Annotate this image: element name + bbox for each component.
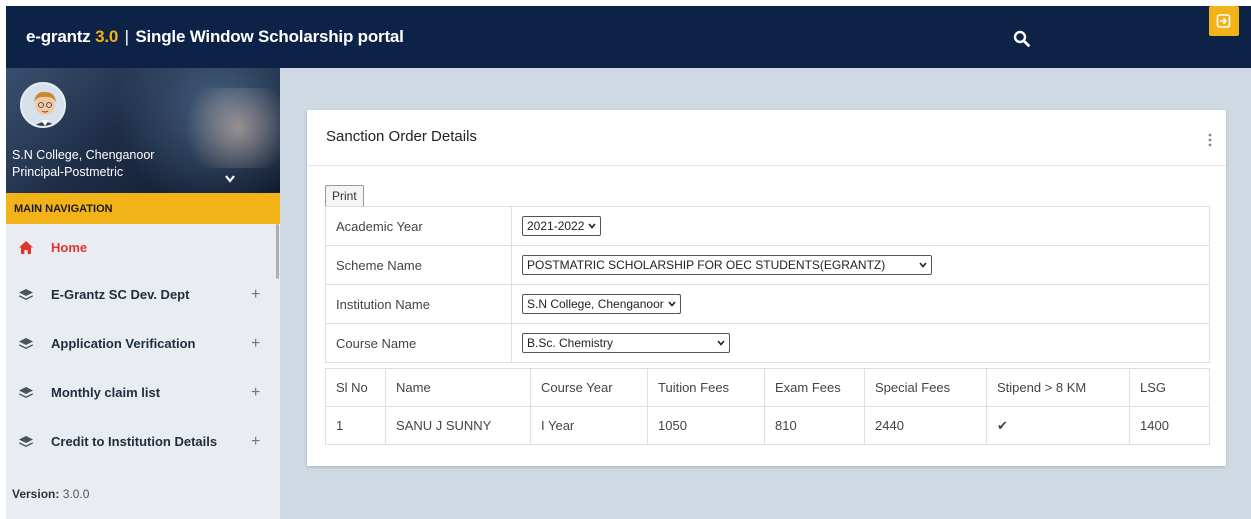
avatar[interactable] <box>20 82 66 128</box>
select-value: POSTMATRIC SCHOLARSHIP FOR OEC STUDENTS(… <box>527 258 886 272</box>
filter-label: Scheme Name <box>325 245 512 285</box>
sidebar-item-label: Credit to Institution Details <box>51 434 218 449</box>
version-value: 3.0.0 <box>62 487 90 501</box>
sidebar-item-label: E-Grantz SC Dev. Dept <box>51 287 190 302</box>
scheme-name-select[interactable]: POSTMATRIC SCHOLARSHIP FOR OEC STUDENTS(… <box>522 255 933 275</box>
table-cell: I Year <box>530 406 648 445</box>
chevron-down-icon <box>919 262 927 268</box>
column-header: Tuition Fees <box>647 368 765 407</box>
home-icon <box>18 239 34 255</box>
institution-name-select[interactable]: S.N College, Chenganoor <box>522 294 681 314</box>
select-value: 2021-2022 <box>527 219 585 233</box>
top-bar: e-grantz 3.0 | Single Window Scholarship… <box>6 6 1251 68</box>
sidebar: S.N College, Chenganoor Principal-Postme… <box>6 68 280 519</box>
brand-tagline: Single Window Scholarship portal <box>135 27 404 46</box>
select-value: B.Sc. Chemistry <box>527 336 614 350</box>
course-name-select[interactable]: B.Sc. Chemistry <box>522 333 731 353</box>
more-vertical-icon[interactable] <box>1208 132 1212 148</box>
chevron-down-icon <box>588 223 596 229</box>
main-content: Sanction Order Details Print Academic Ye… <box>280 68 1251 519</box>
select-value: S.N College, Chenganoor <box>527 297 664 311</box>
table-cell: 810 <box>764 406 865 445</box>
card-title: Sanction Order Details <box>326 128 477 145</box>
sidebar-item-label: Monthly claim list <box>51 385 161 400</box>
filter-cell: POSTMATRIC SCHOLARSHIP FOR OEC STUDENTS(… <box>511 245 1210 285</box>
sidebar-item-label: Application Verification <box>51 336 196 351</box>
profile-panel: S.N College, Chenganoor Principal-Postme… <box>6 68 280 193</box>
sidebar-item-application-verification[interactable]: Application Verification + <box>6 319 280 368</box>
table-header-row: Sl No Name Course Year Tuition Fees Exam… <box>325 368 1210 407</box>
table-cell: 1050 <box>647 406 765 445</box>
filter-row: Institution Name S.N College, Chenganoor <box>325 284 1210 324</box>
sidebar-item-monthly-claim-list[interactable]: Monthly claim list + <box>6 368 280 417</box>
sidebar-scrollbar[interactable] <box>276 224 279 279</box>
expand-icon[interactable]: + <box>251 384 260 402</box>
filter-cell: 2021-2022 <box>511 206 1210 246</box>
layers-icon <box>18 336 34 352</box>
table-cell: 2440 <box>864 406 987 445</box>
filter-cell: B.Sc. Chemistry <box>511 323 1210 363</box>
brand-version: 3.0 <box>95 27 119 46</box>
search-icon[interactable] <box>1013 30 1031 48</box>
profile-name: S.N College, Chenganoor <box>12 148 155 162</box>
column-header: Stipend > 8 KM <box>986 368 1130 407</box>
sanction-order-card: Sanction Order Details Print Academic Ye… <box>307 110 1226 466</box>
chevron-down-icon <box>668 301 676 307</box>
sidebar-item-label: Home <box>51 239 88 255</box>
filter-cell: S.N College, Chenganoor <box>511 284 1210 324</box>
column-header: Name <box>385 368 531 407</box>
column-header: Exam Fees <box>764 368 865 407</box>
layers-icon <box>18 434 34 450</box>
filter-row: Scheme Name POSTMATRIC SCHOLARSHIP FOR O… <box>325 245 1210 285</box>
table-cell: SANU J SUNNY <box>385 406 531 445</box>
version-label: Version: <box>12 487 60 501</box>
layers-icon <box>18 385 34 401</box>
column-header: Sl No <box>325 368 386 407</box>
main-navigation-header: MAIN NAVIGATION <box>6 193 280 224</box>
chevron-down-icon[interactable] <box>224 172 236 183</box>
filter-label: Academic Year <box>325 206 512 246</box>
check-icon: ✔ <box>986 406 1130 445</box>
table-row: 1 SANU J SUNNY I Year 1050 810 2440 ✔ 14… <box>325 406 1210 445</box>
academic-year-select[interactable]: 2021-2022 <box>522 216 602 236</box>
sign-out-button[interactable] <box>1209 6 1239 36</box>
column-header: Course Year <box>530 368 648 407</box>
table-cell: 1 <box>325 406 386 445</box>
sidebar-item-home[interactable]: Home <box>6 224 280 270</box>
column-header: Special Fees <box>864 368 987 407</box>
sign-out-icon <box>1216 14 1231 28</box>
layers-icon <box>18 287 34 303</box>
divider <box>307 165 1226 166</box>
brand-separator: | <box>124 27 129 46</box>
brand-title[interactable]: e-grantz 3.0 | Single Window Scholarship… <box>26 27 404 47</box>
sanction-table: Sl No Name Course Year Tuition Fees Exam… <box>325 368 1210 445</box>
expand-icon[interactable]: + <box>251 286 260 304</box>
brand-name: e-grantz <box>26 27 91 46</box>
print-button[interactable]: Print <box>325 185 364 207</box>
filter-table: Academic Year 2021-2022 Scheme Name POST… <box>325 206 1210 363</box>
version-info: Version: 3.0.0 <box>12 487 89 501</box>
expand-icon[interactable]: + <box>251 335 260 353</box>
sidebar-item-credit-to-institution-details[interactable]: Credit to Institution Details + <box>6 417 280 466</box>
filter-label: Institution Name <box>325 284 512 324</box>
expand-icon[interactable]: + <box>251 433 260 451</box>
sidebar-item-e-grantz-sc-dev-dept[interactable]: E-Grantz SC Dev. Dept + <box>6 270 280 319</box>
filter-row: Course Name B.Sc. Chemistry <box>325 323 1210 363</box>
table-cell: 1400 <box>1129 406 1210 445</box>
profile-role: Principal-Postmetric <box>12 165 124 179</box>
filter-label: Course Name <box>325 323 512 363</box>
filter-row: Academic Year 2021-2022 <box>325 206 1210 246</box>
chevron-down-icon <box>717 340 725 346</box>
column-header: LSG <box>1129 368 1210 407</box>
